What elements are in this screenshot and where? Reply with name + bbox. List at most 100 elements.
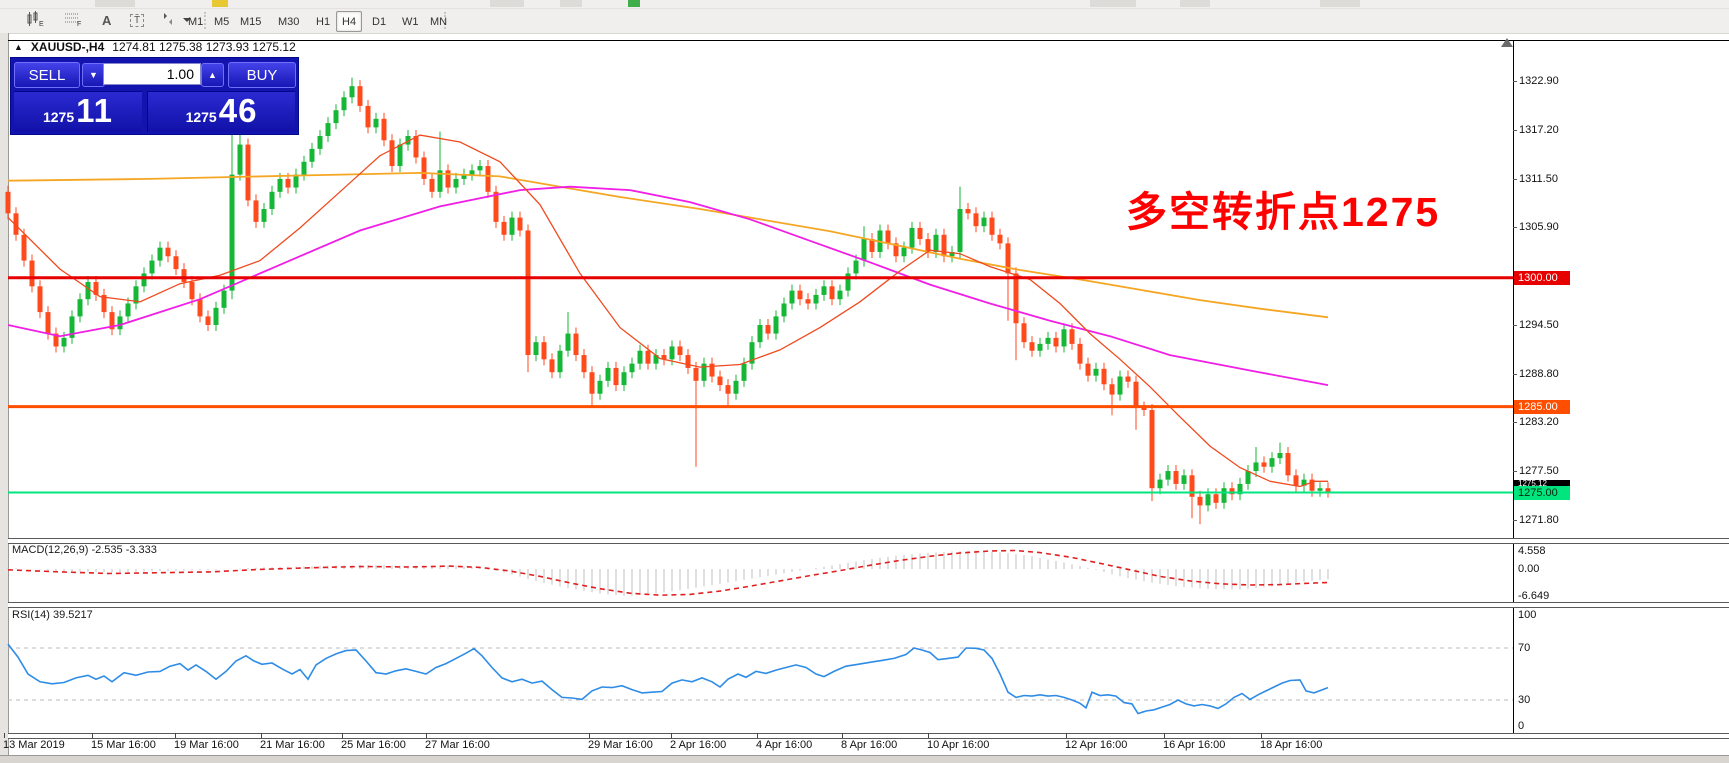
candle-body xyxy=(1206,494,1211,505)
price-axis-label: 1322.90 xyxy=(1519,74,1559,88)
price-tick xyxy=(1513,179,1517,180)
candle-body xyxy=(230,175,235,291)
candle-body xyxy=(1094,369,1099,376)
candle-body xyxy=(974,213,979,226)
candle-body xyxy=(214,308,219,325)
candle-body xyxy=(1126,377,1131,382)
candle-body xyxy=(190,282,195,299)
candle-body xyxy=(622,372,627,385)
candle-body xyxy=(1294,475,1299,485)
price-tick xyxy=(1513,374,1517,375)
candle-body xyxy=(422,157,427,178)
candle-body xyxy=(174,256,179,269)
candle-body xyxy=(1046,338,1051,344)
time-tick xyxy=(589,733,590,738)
candle-body xyxy=(630,364,635,373)
sell-price-display[interactable]: 1275 11 xyxy=(14,91,142,132)
candle-body xyxy=(846,273,851,290)
candle-body xyxy=(414,136,419,157)
buy-button[interactable]: BUY xyxy=(228,62,296,88)
candle-body xyxy=(1278,453,1283,458)
candle-body xyxy=(1166,471,1171,480)
candle-body xyxy=(1326,488,1331,491)
price-axis-border xyxy=(1513,40,1514,733)
time-tick xyxy=(92,733,93,738)
rsi-axis-label: 100 xyxy=(1518,609,1536,621)
price-tick xyxy=(1513,325,1517,326)
scroll-to-start-icon[interactable] xyxy=(1501,38,1513,47)
candle-body xyxy=(758,325,763,342)
candle-body xyxy=(6,192,11,213)
candle-body xyxy=(1182,475,1187,484)
candle-body xyxy=(1286,453,1291,475)
candle-body xyxy=(1134,382,1139,408)
time-axis-label: 4 Apr 16:00 xyxy=(756,739,812,751)
candle-body xyxy=(982,218,987,227)
candle-body xyxy=(1014,273,1019,323)
time-axis-label: 19 Mar 16:00 xyxy=(174,739,239,751)
time-axis-label: 18 Apr 16:00 xyxy=(1260,739,1322,751)
time-axis-label: 16 Apr 16:00 xyxy=(1163,739,1225,751)
price-axis-label: 1311.50 xyxy=(1519,172,1558,186)
candle-body xyxy=(494,192,499,222)
candle-body xyxy=(1222,488,1227,503)
candle-body xyxy=(46,312,51,333)
macd-axis-label: -6.649 xyxy=(1518,590,1549,602)
candle-body xyxy=(1062,329,1067,346)
candle-body xyxy=(1078,344,1083,364)
candle-body xyxy=(886,230,891,243)
price-tick xyxy=(1513,471,1517,472)
candle-body xyxy=(902,248,907,257)
time-axis-label: 21 Mar 16:00 xyxy=(260,739,325,751)
time-tick xyxy=(1066,733,1067,738)
chart-text-annotation: 多空转折点1275 xyxy=(1126,178,1440,238)
macd-pane-splitter[interactable] xyxy=(8,538,1729,544)
rsi-indicator-label: RSI(14) 39.5217 xyxy=(12,609,93,621)
volume-input[interactable] xyxy=(103,63,201,85)
candle-body xyxy=(1102,369,1107,384)
candle-body xyxy=(126,304,131,317)
collapse-triangle-icon[interactable]: ▲ xyxy=(14,42,23,52)
price-axis-label: 1271.80 xyxy=(1519,513,1559,527)
candle-body xyxy=(606,368,611,381)
buy-price-small: 1275 xyxy=(186,109,217,125)
candle-body xyxy=(294,175,299,188)
candle-body xyxy=(782,304,787,317)
time-tick xyxy=(4,733,5,738)
buy-price-display[interactable]: 1275 46 xyxy=(147,91,295,132)
price-tick xyxy=(1513,422,1517,423)
candle-body xyxy=(310,149,315,162)
candle-body xyxy=(350,86,355,97)
candle-body xyxy=(550,359,555,372)
sell-price-small: 1275 xyxy=(43,109,74,125)
rsi-pane-splitter[interactable] xyxy=(8,602,1729,608)
candle-body xyxy=(638,351,643,364)
candle-body xyxy=(206,316,211,325)
sell-price-big: 11 xyxy=(76,92,113,130)
candle-body xyxy=(862,239,867,260)
candle-body xyxy=(918,228,923,239)
time-axis-label: 2 Apr 16:00 xyxy=(670,739,726,751)
candle-body xyxy=(1174,471,1179,484)
candle-body xyxy=(62,338,67,347)
candle-body xyxy=(510,218,515,235)
candle-body xyxy=(1246,471,1251,484)
candle-body xyxy=(806,299,811,303)
volume-decrease-button[interactable]: ▼ xyxy=(82,63,105,87)
price-axis-label: 1317.20 xyxy=(1519,123,1559,137)
time-axis-label: 25 Mar 16:00 xyxy=(341,739,406,751)
candle-body xyxy=(574,334,579,355)
candle-body xyxy=(910,228,915,248)
sell-button[interactable]: SELL xyxy=(14,62,80,88)
time-tick xyxy=(175,733,176,738)
candle-body xyxy=(270,192,275,209)
candle-body xyxy=(534,342,539,355)
candle-body xyxy=(678,346,683,355)
candle-body xyxy=(334,110,339,123)
price-axis-label: 1277.50 xyxy=(1519,464,1559,478)
volume-increase-button[interactable]: ▲ xyxy=(201,63,224,87)
price-axis-label: 1300.00 xyxy=(1514,271,1570,285)
candle-body xyxy=(254,200,259,221)
candle-body xyxy=(686,355,691,368)
candle-body xyxy=(1030,342,1035,351)
